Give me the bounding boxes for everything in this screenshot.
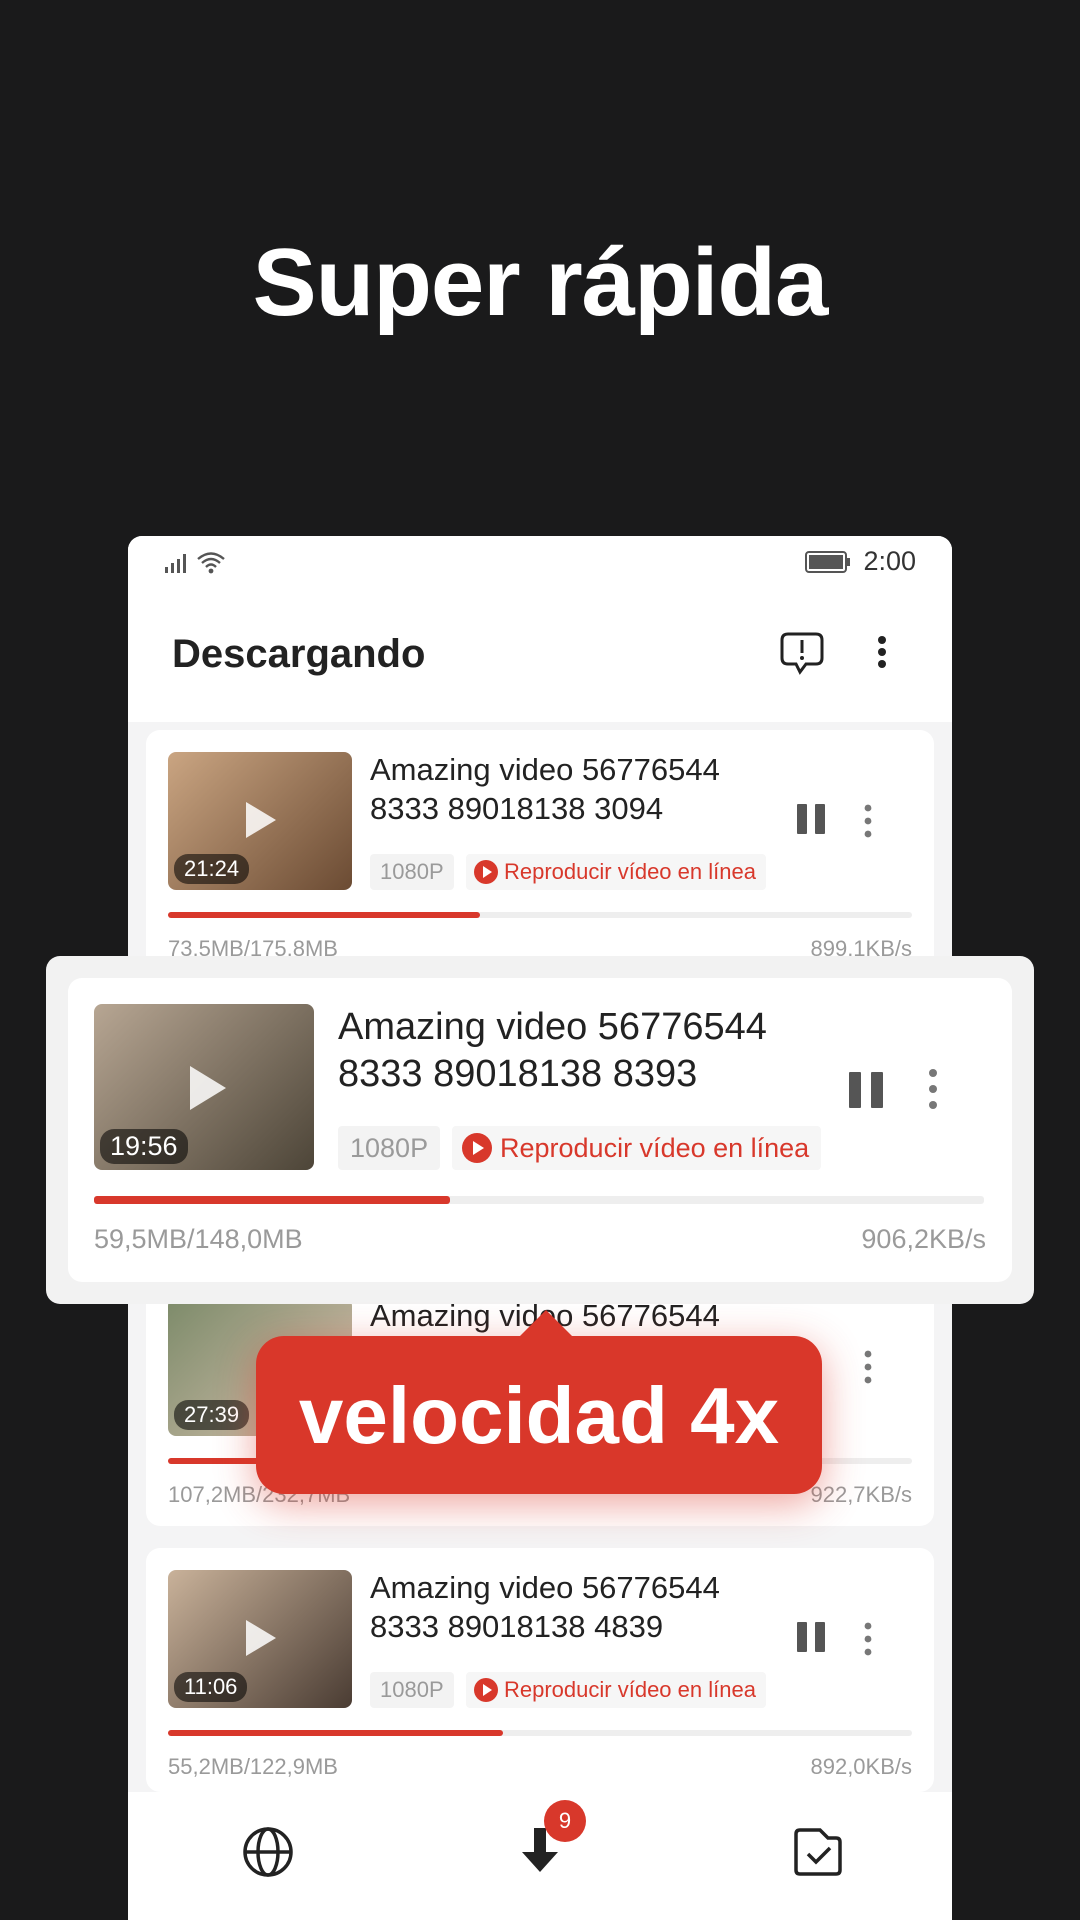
play-circle-icon	[474, 1678, 498, 1702]
pause-icon[interactable]	[796, 802, 826, 836]
video-title: Amazing video 56776544 8333 89018138 839…	[338, 1006, 767, 1095]
speed-text: 906,2KB/s	[861, 1224, 986, 1254]
resolution-chip: 1080P	[370, 1672, 454, 1708]
play-online-button[interactable]: Reproducir vídeo en línea	[452, 1126, 822, 1170]
more-vert-icon[interactable]	[870, 628, 894, 676]
play-icon	[246, 802, 276, 838]
video-title: Amazing video 56776544 8333 89018138 483…	[370, 1570, 720, 1644]
play-circle-icon	[462, 1133, 492, 1163]
more-vert-icon[interactable]	[926, 1066, 940, 1112]
pause-icon[interactable]	[848, 1070, 884, 1110]
headline: Super rápida	[252, 229, 829, 336]
duration-label: 21:24	[174, 854, 250, 884]
play-online-label: Reproducir vídeo en línea	[500, 1133, 810, 1163]
video-thumbnail[interactable]: 11:06	[168, 1570, 352, 1708]
download-card[interactable]: 11:06 Amazing video 56776544 8333 890181…	[146, 1548, 934, 1792]
pause-icon[interactable]	[796, 1620, 826, 1654]
duration-label: 27:39	[174, 1400, 250, 1430]
wifi-icon	[197, 552, 225, 574]
signal-icon	[165, 554, 186, 573]
downloads-count-badge: 9	[544, 1800, 586, 1842]
play-online-label: Reproducir vídeo en línea	[504, 1677, 756, 1702]
callout-text: velocidad 4x	[298, 1371, 780, 1460]
globe-icon[interactable]	[240, 1824, 296, 1880]
download-card[interactable]: 21:24 Amazing video 56776544 8333 890181…	[146, 730, 934, 980]
play-online-label: Reproducir vídeo en línea	[504, 859, 756, 884]
play-online-button[interactable]: Reproducir vídeo en línea	[466, 1672, 766, 1708]
speed-text: 892,0KB/s	[810, 1754, 912, 1779]
status-time: 2:00	[863, 546, 916, 576]
duration-label: 19:56	[100, 1129, 188, 1164]
play-icon	[190, 1066, 226, 1110]
size-text: 59,5MB/148,0MB	[94, 1224, 303, 1254]
feedback-icon[interactable]	[778, 628, 826, 676]
play-icon	[246, 1620, 276, 1656]
resolution-chip: 1080P	[338, 1126, 441, 1170]
size-text: 55,2MB/122,9MB	[168, 1754, 338, 1779]
progress-bar	[94, 1196, 984, 1204]
battery-icon	[805, 550, 851, 573]
play-circle-icon	[474, 860, 498, 884]
download-card-highlighted[interactable]: 19:56 Amazing video 56776544 8333 890181…	[68, 978, 1012, 1282]
progress-fill	[94, 1196, 450, 1204]
progress-bar	[168, 912, 912, 918]
video-thumbnail[interactable]: 19:56	[94, 1004, 314, 1170]
speed-callout: velocidad 4x	[256, 1310, 822, 1494]
duration-label: 11:06	[174, 1672, 248, 1702]
check-folder-icon[interactable]	[790, 1824, 846, 1880]
page-title: Descargando	[172, 632, 426, 676]
video-thumbnail[interactable]: 21:24	[168, 752, 352, 890]
video-title: Amazing video 56776544 8333 89018138 309…	[370, 752, 720, 826]
progress-fill	[168, 912, 481, 918]
play-online-button[interactable]: Reproducir vídeo en línea	[466, 854, 766, 890]
progress-bar	[168, 1730, 912, 1736]
top-bar: Descargando	[128, 592, 952, 722]
more-vert-icon[interactable]	[862, 1348, 874, 1386]
bottom-nav: 9	[128, 1792, 952, 1920]
status-bar: 2:00	[128, 536, 952, 592]
more-vert-icon[interactable]	[862, 1620, 874, 1658]
resolution-chip: 1080P	[370, 854, 454, 890]
speed-text: 922,7KB/s	[810, 1482, 912, 1507]
progress-fill	[168, 1730, 503, 1736]
more-vert-icon[interactable]	[862, 802, 874, 840]
